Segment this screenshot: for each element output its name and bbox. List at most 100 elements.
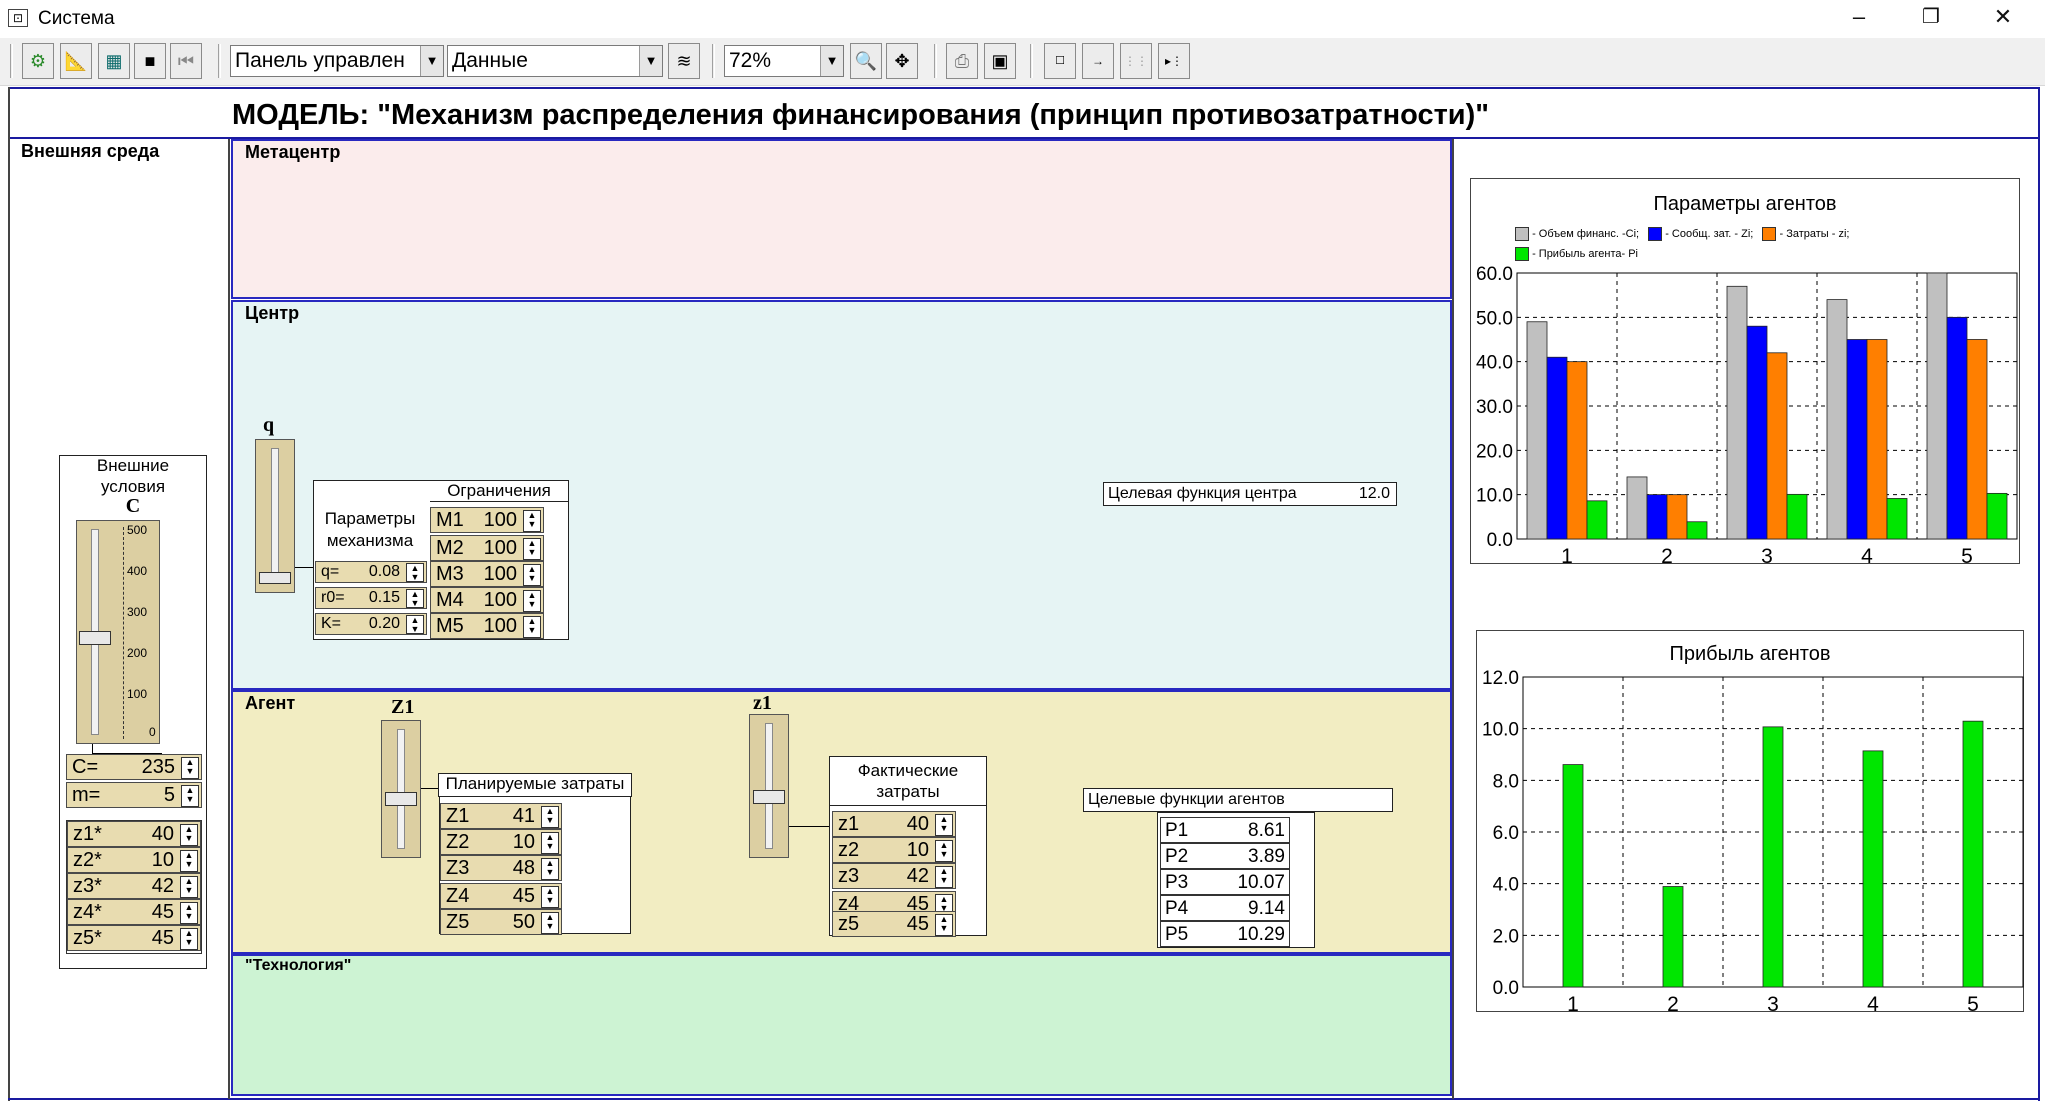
planned-cost-label: Z2: [446, 831, 470, 853]
z1-slider-thumb[interactable]: [753, 790, 785, 805]
external-env-label: Внешняя среда: [21, 141, 160, 161]
z-star-spinner[interactable]: z5* 45 ▲ ▼: [67, 925, 201, 951]
param-value: 0.20: [368, 615, 400, 632]
spin-arrows-icon[interactable]: ▲ ▼: [406, 563, 424, 582]
close-button[interactable]: ✕: [1972, 0, 2034, 36]
text-box-icon[interactable]: ☐: [1044, 43, 1076, 79]
magnifier-icon[interactable]: 🔍: [850, 43, 882, 79]
minimize-button[interactable]: –: [1828, 0, 1890, 36]
frame-right-line: [2038, 87, 2040, 1101]
bar: [1846, 339, 1868, 540]
actual-cost-spinner[interactable]: z1 40 ▲ ▼: [832, 811, 956, 837]
spin-arrows-icon[interactable]: ▲ ▼: [935, 866, 953, 888]
toolbar-separator: [218, 44, 221, 78]
pointer-grid-icon[interactable]: ▸⋮: [1158, 43, 1190, 79]
spin-arrows-icon[interactable]: ▲ ▼: [181, 785, 199, 807]
c-spinner[interactable]: C= 235 ▲ ▼: [66, 754, 202, 780]
k-param-spinner[interactable]: K= 0.20 ▲ ▼: [315, 613, 427, 635]
z-star-spinner[interactable]: z4* 45 ▲ ▼: [67, 899, 201, 925]
m-limit-spinner[interactable]: M1 100 ▲ ▼: [430, 507, 544, 533]
spin-arrows-icon[interactable]: ▲ ▼: [935, 840, 953, 862]
spin-arrows-icon[interactable]: ▲ ▼: [180, 902, 198, 924]
spin-arrows-icon[interactable]: ▲ ▼: [181, 757, 199, 779]
m-limit-spinner[interactable]: M4 100 ▲ ▼: [430, 587, 544, 613]
params-title-2: механизма: [326, 531, 414, 550]
m-limit-spinner[interactable]: M3 100 ▲ ▼: [430, 561, 544, 587]
z1-slider[interactable]: [749, 714, 789, 858]
spin-arrows-icon[interactable]: ▲ ▼: [406, 615, 424, 634]
move-icon[interactable]: ✥: [886, 43, 918, 79]
data-combo-value: Данные: [452, 49, 528, 72]
spin-arrows-icon[interactable]: ▲ ▼: [523, 590, 541, 612]
z-star-spinner[interactable]: z2* 10 ▲ ▼: [67, 847, 201, 873]
print-icon[interactable]: ⎙: [946, 43, 978, 79]
grid-icon[interactable]: ⋮⋮: [1120, 43, 1152, 79]
c-slider[interactable]: 500 400 300 200 100 0: [76, 520, 160, 744]
actual-cost-spinner[interactable]: z5 45 ▲ ▼: [832, 911, 956, 937]
spin-arrows-icon[interactable]: ▲ ▼: [180, 850, 198, 872]
panel-combo[interactable]: Панель управлен ▼: [230, 45, 444, 77]
planned-cost-spinner[interactable]: Z3 48 ▲ ▼: [440, 855, 562, 881]
spin-arrows-icon[interactable]: ▲ ▼: [180, 928, 198, 950]
calculator-icon[interactable]: ▦: [98, 43, 130, 79]
stop-icon[interactable]: ■: [134, 43, 166, 79]
m-spinner[interactable]: m= 5 ▲ ▼: [66, 782, 202, 808]
bar: [1726, 285, 1748, 540]
q-param-spinner[interactable]: q= 0.08 ▲ ▼: [315, 561, 427, 583]
Z1-slider-thumb[interactable]: [385, 791, 417, 806]
q-slider-thumb[interactable]: [259, 572, 291, 584]
chevron-down-icon[interactable]: ▼: [820, 46, 843, 76]
z-star-value: 10: [151, 849, 174, 871]
spin-arrows-icon[interactable]: ▲ ▼: [180, 824, 198, 846]
m-spinner-label: m=: [72, 784, 101, 806]
center-panel: Центр q Ограничения Параметры механизма …: [231, 300, 1452, 690]
y-tick-label: 0.0: [1487, 530, 1513, 551]
planned-cost-spinner[interactable]: Z2 10 ▲ ▼: [440, 829, 562, 855]
bar: [1866, 339, 1888, 540]
planned-cost-spinner[interactable]: Z5 50 ▲ ▼: [440, 909, 562, 935]
spin-arrows-icon[interactable]: ▲ ▼: [523, 564, 541, 586]
spin-arrows-icon[interactable]: ▲ ▼: [541, 806, 559, 828]
spin-arrows-icon[interactable]: ▲ ▼: [523, 538, 541, 560]
spin-arrows-icon[interactable]: ▲ ▼: [180, 876, 198, 898]
z1-slider-track: [765, 723, 773, 849]
data-combo[interactable]: Данные ▼: [447, 45, 663, 77]
chevron-down-icon[interactable]: ▼: [639, 46, 662, 76]
actual-cost-spinner[interactable]: z2 10 ▲ ▼: [832, 837, 956, 863]
model-icon[interactable]: ⚙: [22, 43, 54, 79]
spin-arrows-icon[interactable]: ▲ ▼: [541, 912, 559, 934]
spin-arrows-icon[interactable]: ▲ ▼: [523, 510, 541, 532]
planned-cost-spinner[interactable]: Z4 45 ▲ ▼: [440, 883, 562, 909]
spin-arrows-icon[interactable]: ▲ ▼: [541, 886, 559, 908]
ruler-icon[interactable]: 📐: [60, 43, 92, 79]
Z1-slider[interactable]: [381, 720, 421, 858]
r0-param-spinner[interactable]: r0= 0.15 ▲ ▼: [315, 587, 427, 609]
spin-arrows-icon[interactable]: ▲ ▼: [406, 589, 424, 608]
actual-cost-spinner[interactable]: z3 42 ▲ ▼: [832, 863, 956, 889]
c-slider-thumb[interactable]: [79, 630, 111, 645]
planned-cost-label: Z1: [446, 805, 470, 827]
chevron-down-icon[interactable]: ▼: [420, 46, 443, 76]
agent-profit-chart: Прибыль агентов 0.0 2.0 4.0 6.0 8.0 10.0 12.0 1…: [1476, 630, 2024, 1013]
frame-icon[interactable]: ▣: [984, 43, 1016, 79]
spin-arrows-icon[interactable]: ▲ ▼: [935, 814, 953, 836]
z-star-spinner[interactable]: z1* 40 ▲ ▼: [67, 821, 201, 847]
layers-icon[interactable]: ≋: [668, 43, 700, 79]
m-limit-value: 100: [483, 615, 517, 637]
spin-arrows-icon[interactable]: ▲ ▼: [541, 832, 559, 854]
restore-button[interactable]: ❐: [1900, 0, 1962, 36]
z-star-spinner[interactable]: z3* 42 ▲ ▼: [67, 873, 201, 899]
technology-label: "Технология": [245, 957, 352, 974]
zoom-combo[interactable]: 72% ▼: [724, 45, 844, 77]
m-limit-spinner[interactable]: M5 100 ▲ ▼: [430, 613, 544, 639]
text-arrow-icon[interactable]: →: [1082, 43, 1114, 79]
spin-arrows-icon[interactable]: ▲ ▼: [541, 858, 559, 880]
m-limit-spinner[interactable]: M2 100 ▲ ▼: [430, 535, 544, 561]
planned-cost-spinner[interactable]: Z1 41 ▲ ▼: [440, 803, 562, 829]
spin-arrows-icon[interactable]: ▲ ▼: [935, 914, 953, 936]
spin-arrows-icon[interactable]: ▲ ▼: [523, 616, 541, 638]
bar: [1566, 361, 1588, 540]
left-divider: [228, 139, 230, 1099]
q-slider[interactable]: [255, 439, 295, 593]
rewind-icon[interactable]: ⏮: [170, 43, 202, 79]
